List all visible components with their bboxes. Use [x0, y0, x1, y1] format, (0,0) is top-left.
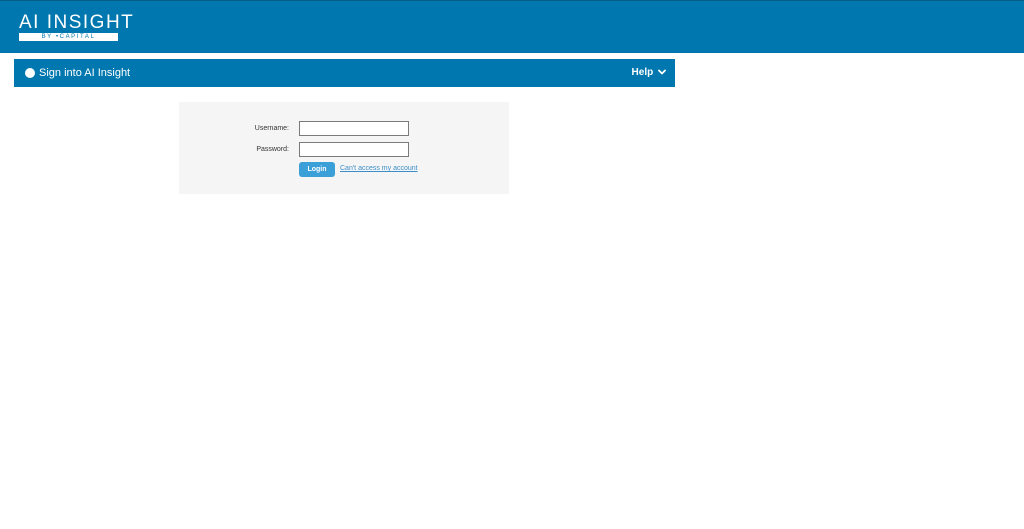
- top-header: AI INSIGHT BY •CAPITAL: [0, 0, 1024, 53]
- login-panel: Username: Password: Login Can't access m…: [179, 102, 509, 194]
- logo-subtitle: BY •CAPITAL: [19, 33, 118, 41]
- help-label: Help: [631, 67, 654, 78]
- page-title: Sign into AI Insight: [39, 67, 131, 79]
- status-dot-icon: [25, 68, 35, 78]
- username-input[interactable]: [299, 121, 409, 136]
- help-menu[interactable]: Help: [632, 66, 666, 80]
- logo: AI INSIGHT BY •CAPITAL: [19, 12, 135, 41]
- password-input[interactable]: [299, 142, 409, 157]
- page-title-bar: Sign into AI Insight Help: [14, 59, 675, 87]
- cant-access-account-link[interactable]: Can't access my account: [340, 164, 418, 174]
- login-button[interactable]: Login: [299, 162, 335, 177]
- chevron-down-icon: [658, 69, 666, 75]
- username-label: Username:: [254, 125, 289, 132]
- logo-title: AI INSIGHT: [19, 12, 135, 33]
- password-label: Password:: [256, 146, 289, 153]
